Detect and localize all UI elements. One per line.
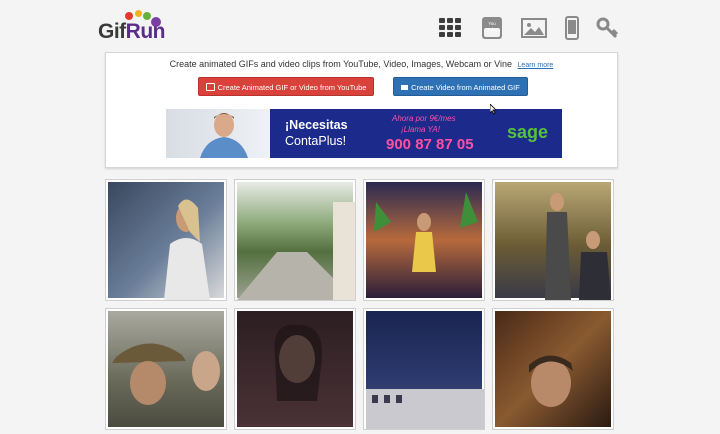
gallery-thumbnail[interactable] xyxy=(105,179,227,301)
thumbnail-image xyxy=(237,182,355,300)
mobile-icon[interactable] xyxy=(565,16,579,42)
gallery-thumbnail[interactable] xyxy=(363,308,485,430)
gifrun-logo[interactable]: GifRun xyxy=(98,10,166,44)
gallery-thumbnail[interactable] xyxy=(234,308,356,430)
ad-brand-logo: sage xyxy=(507,122,549,142)
logo-dot-red xyxy=(125,12,133,20)
thumbnail-image xyxy=(108,182,224,300)
ad-headline-2: ContaPlus! xyxy=(285,134,347,148)
ad-offer-call: ¡Llama YA! xyxy=(401,125,440,134)
learn-more-link[interactable]: Learn more xyxy=(518,62,554,69)
thumbnail-image xyxy=(495,182,611,300)
intro-text: Create animated GIFs and video clips fro… xyxy=(169,59,513,69)
gallery-thumbnail[interactable] xyxy=(492,179,614,301)
logo-text-gif: Gif xyxy=(98,20,126,43)
thumbnail-image xyxy=(108,311,224,427)
thumbnail-image xyxy=(495,311,611,427)
gallery-thumbnail[interactable] xyxy=(105,308,227,430)
logo-text-run: Run xyxy=(125,20,166,43)
image-icon[interactable] xyxy=(521,16,547,42)
thumbnail-image xyxy=(366,182,482,298)
create-gif-from-youtube-button[interactable]: Create Animated GIF or Video from YouTub… xyxy=(198,77,374,96)
youtube-icon[interactable]: You Tube xyxy=(481,16,503,42)
thumbnail-image xyxy=(237,311,353,427)
youtube-icon-label: You Tube xyxy=(486,21,498,32)
create-panel: Create animated GIFs and video clips fro… xyxy=(105,52,618,168)
ad-phone-number: 900 87 87 05 xyxy=(386,136,474,153)
grid-icon[interactable] xyxy=(438,16,462,42)
youtube-play-icon xyxy=(205,83,215,92)
create-intro: Create animated GIFs and video clips fro… xyxy=(106,59,617,69)
advertisement-banner[interactable]: ¡Necesitas ContaPlus! Ahora por 9€/mes ¡… xyxy=(166,109,562,158)
gallery-thumbnail[interactable] xyxy=(492,308,614,430)
ad-photo xyxy=(166,109,270,158)
gallery-thumbnail[interactable] xyxy=(234,179,356,301)
gallery-thumbnail[interactable] xyxy=(363,179,485,301)
video-camera-icon xyxy=(401,84,409,90)
create-video-from-gif-button[interactable]: Create Video from Animated GIF xyxy=(393,77,528,96)
mouse-cursor xyxy=(489,102,498,115)
logo-text: GifRun xyxy=(98,20,166,44)
create-gif-button-label: Create Animated GIF or Video from YouTub… xyxy=(217,83,367,92)
logo-dot-yellow xyxy=(135,10,142,17)
key-icon[interactable] xyxy=(596,16,620,42)
create-video-button-label: Create Video from Animated GIF xyxy=(411,83,520,92)
ad-offer-price: Ahora por 9€/mes xyxy=(392,114,456,123)
logo-dot-green xyxy=(143,12,151,20)
thumbnail-image xyxy=(366,311,484,429)
ad-headline-1: ¡Necesitas xyxy=(285,118,348,132)
